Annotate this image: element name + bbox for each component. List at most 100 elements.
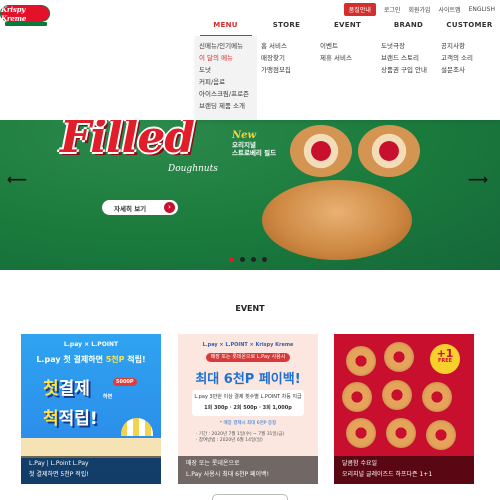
badge-sub: FREE bbox=[437, 358, 453, 364]
donut-image bbox=[384, 342, 414, 372]
signup-link[interactable]: 회원가입 bbox=[408, 5, 430, 14]
slide-dot-3[interactable] bbox=[251, 257, 256, 262]
customer-item-survey[interactable]: 설문조사 bbox=[441, 66, 473, 75]
card-headline: L.pay 첫 결제하면 5천P 적립! bbox=[21, 354, 161, 365]
nav-customer[interactable]: CUSTOMER bbox=[439, 18, 500, 32]
big-text-char: 첫 bbox=[43, 379, 59, 399]
mega-col-menu: 신메뉴/인기메뉴 이 달의 메뉴 도넛 커피/음료 아이스크림/프로즌 브랜딩 … bbox=[195, 36, 257, 120]
event-card-lpay-payback[interactable]: L.pay × L.POINT × Krispy Kreme 매장 또는 롯데온… bbox=[178, 334, 318, 484]
umbrella-image bbox=[121, 418, 153, 436]
nav-brand[interactable]: BRAND bbox=[378, 18, 439, 32]
hero-subheadline: Doughnuts bbox=[168, 164, 218, 174]
big-text-word: 결제 bbox=[58, 379, 90, 399]
plus-one-free-badge: +1 FREE bbox=[430, 344, 460, 374]
event-section-title: EVENT bbox=[235, 304, 265, 313]
menu-item-coffee[interactable]: 커피/음료 bbox=[199, 78, 257, 87]
event-item-partners[interactable]: 제휴 서비스 bbox=[320, 54, 352, 63]
english-link[interactable]: ENGLISH bbox=[469, 6, 495, 13]
slide-dot-4[interactable] bbox=[262, 257, 267, 262]
prev-slide-icon[interactable]: ⟵ bbox=[7, 172, 27, 188]
more-events-button[interactable] bbox=[212, 494, 288, 500]
donut-image bbox=[346, 418, 376, 448]
brand-item-theater[interactable]: 도넛극장 bbox=[381, 42, 427, 51]
reward-box-line-1: L.pay 3만원 이상 결제 횟수별 L.POINT 차등 지급 bbox=[194, 394, 302, 400]
menu-item-branding[interactable]: 브랜딩 제품 소개 bbox=[199, 102, 257, 111]
donut-image bbox=[262, 180, 412, 260]
donut-image bbox=[422, 382, 452, 412]
detail-button-label: 자세히 보기 bbox=[114, 204, 147, 213]
brand-item-giftcard[interactable]: 상품권 구입 안내 bbox=[381, 66, 427, 75]
card-headline: 최대 6천P 페이백! bbox=[195, 372, 301, 387]
card-note: * 매장 결제시 최대 6천P 증정 bbox=[219, 421, 277, 426]
menu-item-icecream[interactable]: 아이스크림/프로즌 bbox=[199, 90, 257, 99]
big-text-word: 적립! bbox=[58, 409, 98, 429]
menu-item-monthly[interactable]: 이 달의 메뉴 bbox=[199, 54, 257, 63]
slide-pagination bbox=[229, 257, 267, 262]
store-item-franchise[interactable]: 가맹점모집 bbox=[261, 66, 291, 75]
card-caption-line-2: L.Pay 사용시 최대 6천P 페이백! bbox=[186, 471, 269, 478]
nav-menu[interactable]: MENU bbox=[195, 18, 256, 32]
donut-image bbox=[346, 346, 376, 376]
donut-image bbox=[342, 382, 372, 412]
card-pill: 매장 또는 롯데온으로 L.Pay 사용시 bbox=[206, 353, 290, 362]
new-product-desc: 오리지널 스트로베리 필드 bbox=[232, 141, 276, 157]
main-nav: MENU STORE EVENT BRAND CUSTOMER bbox=[195, 18, 500, 37]
headline-part: 적립! bbox=[124, 355, 146, 364]
slide-dot-1[interactable] bbox=[229, 257, 234, 262]
small-text: 하면 bbox=[103, 394, 113, 400]
quality-info-button[interactable]: 품질안내 bbox=[343, 3, 376, 16]
login-link[interactable]: 로그인 bbox=[384, 5, 401, 14]
mega-col-event: 이벤트 제휴 서비스 bbox=[320, 42, 352, 63]
customer-item-notice[interactable]: 공지사항 bbox=[441, 42, 473, 51]
card-caption-line-1: 매장 또는 롯데온으로 bbox=[186, 460, 240, 467]
new-badge: New bbox=[232, 130, 257, 141]
menu-item-donut[interactable]: 도넛 bbox=[199, 66, 257, 75]
event-card-sweet-wednesday[interactable]: +1 FREE 달콤함 수요일 오리지널 글레이즈드 하프다즌 1+1 bbox=[334, 334, 474, 484]
mega-col-store: 홈 서비스 매장찾기 가맹점모집 bbox=[261, 42, 291, 75]
page: Krispy Kreme 품질안내 로그인 회원가입 사이트맵 ENGLISH … bbox=[0, 0, 500, 500]
detail-button[interactable]: 자세히 보기 › bbox=[102, 200, 178, 215]
card-brand: L.pay × L.POINT bbox=[63, 341, 119, 348]
donut-image bbox=[382, 380, 412, 410]
card-caption-line-1: L.Pay | L.Point L.Pay bbox=[29, 460, 89, 467]
reward-box-line-2: 1회 300p · 2회 500p · 3회 1,000p bbox=[204, 405, 292, 411]
sitemap-link[interactable]: 사이트맵 bbox=[439, 5, 461, 14]
logo-underline bbox=[5, 22, 47, 26]
new-desc-line-2: 스트로베리 필드 bbox=[232, 149, 277, 157]
card-caption-line-2: 첫 결제하면 5천P 적립! bbox=[29, 471, 89, 478]
card-dates-line-2: · 참여방법 : 2020년 6월 14일(일) bbox=[196, 438, 263, 443]
store-item-home-service[interactable]: 홈 서비스 bbox=[261, 42, 291, 51]
big-text-2: 척적립! bbox=[43, 404, 98, 429]
mega-col-brand: 도넛극장 브랜드 스토리 상품권 구입 안내 bbox=[381, 42, 427, 75]
card-dates: · 기간 : 2020년 7월 1일(수) ~ 7월 31일(금) · 참여방법… bbox=[196, 432, 284, 444]
donut-image bbox=[386, 418, 416, 448]
utility-bar: 품질안내 로그인 회원가입 사이트맵 ENGLISH bbox=[343, 3, 495, 16]
new-desc-line-1: 오리지널 bbox=[232, 141, 256, 149]
headline-part: L.pay 첫 결제하면 bbox=[36, 355, 106, 364]
next-slide-icon[interactable]: ⟶ bbox=[468, 172, 488, 188]
customer-item-voice[interactable]: 고객의 소리 bbox=[441, 54, 473, 63]
mega-menu: 신메뉴/인기메뉴 이 달의 메뉴 도넛 커피/음료 아이스크림/프로즌 브랜딩 … bbox=[195, 36, 500, 120]
card-caption-line-2: 오리지널 글레이즈드 하프다즌 1+1 bbox=[342, 471, 433, 478]
slide-dot-2[interactable] bbox=[240, 257, 245, 262]
donut-half-left-image bbox=[290, 125, 352, 177]
event-card-lpay-first[interactable]: L.pay × L.POINT L.pay 첫 결제하면 5천P 적립! 500… bbox=[21, 334, 161, 484]
big-text-char: 척 bbox=[43, 409, 59, 429]
arrow-right-icon: › bbox=[164, 202, 175, 213]
event-item-events[interactable]: 이벤트 bbox=[320, 42, 352, 51]
menu-item-new-popular[interactable]: 신메뉴/인기메뉴 bbox=[199, 42, 257, 51]
hero-banner: Filled Doughnuts New 오리지널 스트로베리 필드 자세히 보… bbox=[0, 120, 500, 270]
store-item-find[interactable]: 매장찾기 bbox=[261, 54, 291, 63]
hero-headline: Filled bbox=[60, 120, 195, 163]
big-text-1: 첫결제 bbox=[43, 374, 90, 399]
donut-image bbox=[426, 420, 456, 450]
nav-event[interactable]: EVENT bbox=[317, 18, 378, 32]
brand-item-story[interactable]: 브랜드 스토리 bbox=[381, 54, 427, 63]
card-brand: L.pay × L.POINT × Krispy Kreme bbox=[202, 342, 294, 348]
sand-image bbox=[21, 438, 161, 458]
reward-box: L.pay 3만원 이상 결제 횟수별 L.POINT 차등 지급 1회 300… bbox=[192, 390, 304, 416]
headline-highlight: 5천P bbox=[105, 355, 125, 364]
nav-store[interactable]: STORE bbox=[256, 18, 317, 32]
krispy-kreme-logo[interactable]: Krispy Kreme bbox=[0, 5, 50, 26]
amount-badge: 5000P bbox=[113, 378, 137, 386]
